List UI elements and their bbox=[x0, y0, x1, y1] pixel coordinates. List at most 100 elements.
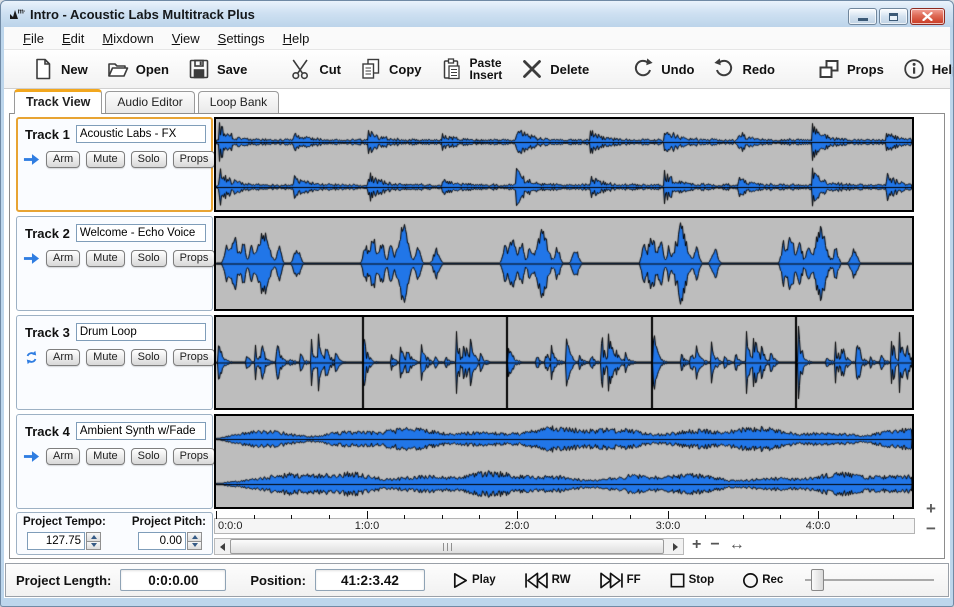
app-icon: m+ bbox=[9, 6, 25, 22]
props-button[interactable]: Props bbox=[173, 250, 216, 267]
props-button[interactable]: Props bbox=[173, 151, 216, 168]
scrollbar-thumb[interactable] bbox=[230, 539, 664, 554]
vertical-zoom-in-button[interactable]: + bbox=[926, 500, 936, 517]
solo-button[interactable]: Solo bbox=[131, 151, 167, 168]
mute-button[interactable]: Mute bbox=[86, 250, 124, 267]
menu-mixdown[interactable]: Mixdown bbox=[93, 28, 162, 49]
cut-button[interactable]: Cut bbox=[280, 54, 350, 84]
ruler-tick bbox=[630, 515, 631, 519]
ruler-tick bbox=[291, 515, 292, 519]
waveform-display[interactable] bbox=[214, 216, 914, 311]
timeline-ruler[interactable]: 0:0:01:0:02:0:03:0:04:0:0 bbox=[214, 510, 915, 534]
toolbar-button-label: Redo bbox=[742, 62, 775, 77]
new-button[interactable]: New bbox=[22, 54, 97, 84]
props-button[interactable]: Props bbox=[173, 349, 216, 366]
waveform-display[interactable] bbox=[214, 315, 914, 410]
left-arrow-icon bbox=[220, 543, 225, 551]
zoom-fit-button[interactable]: ↔ bbox=[729, 536, 745, 554]
toolbar-button-label: Cut bbox=[319, 62, 341, 77]
menu-settings[interactable]: Settings bbox=[209, 28, 274, 49]
track-header: Track 3 bbox=[23, 323, 206, 341]
project-tempo-spinner[interactable] bbox=[86, 532, 101, 550]
ruler-tick bbox=[216, 511, 217, 519]
menu-help[interactable]: Help bbox=[274, 28, 319, 49]
scroll-right-button[interactable] bbox=[668, 539, 683, 554]
undo-button[interactable]: Undo bbox=[622, 54, 703, 84]
cut-scissors-icon bbox=[289, 57, 313, 81]
scroll-left-button[interactable] bbox=[215, 539, 230, 554]
ruler-tick bbox=[705, 515, 706, 519]
scrollbar-grip-icon bbox=[443, 543, 452, 551]
project-length-field[interactable]: 0:0:0.00 bbox=[120, 569, 226, 591]
project-pitch-input[interactable] bbox=[138, 532, 186, 550]
track-name-input[interactable] bbox=[76, 224, 206, 242]
mute-button[interactable]: Mute bbox=[86, 349, 124, 366]
slider-thumb[interactable] bbox=[811, 569, 824, 591]
vertical-zoom-out-button[interactable]: − bbox=[926, 520, 936, 537]
stop-button[interactable]: Stop bbox=[668, 571, 715, 590]
arm-button[interactable]: Arm bbox=[46, 151, 80, 168]
menu-file[interactable]: File bbox=[14, 28, 53, 49]
tab-loop-bank[interactable]: Loop Bank bbox=[198, 91, 279, 113]
project-tempo-pitch-panel: Project Tempo: Project Pitch: bbox=[16, 512, 213, 555]
rec-button[interactable]: Rec bbox=[741, 571, 783, 590]
play-button[interactable]: Play bbox=[451, 571, 496, 590]
redo-button[interactable]: Redo bbox=[703, 54, 784, 84]
ruler-tick bbox=[555, 515, 556, 519]
track-label: Track 1 bbox=[25, 127, 70, 142]
delete-x-icon bbox=[520, 57, 544, 81]
maximize-button[interactable] bbox=[879, 8, 908, 25]
tab-audio-editor[interactable]: Audio Editor bbox=[105, 91, 194, 113]
project-pitch-spinner[interactable] bbox=[187, 532, 202, 550]
track-name-input[interactable] bbox=[76, 422, 206, 440]
ruler-tick bbox=[856, 515, 857, 519]
waveform-display[interactable] bbox=[214, 414, 914, 509]
save-button[interactable]: Save bbox=[178, 54, 256, 84]
arm-button[interactable]: Arm bbox=[46, 250, 80, 267]
props-button[interactable]: Props bbox=[808, 54, 893, 84]
props-button[interactable]: Props bbox=[173, 448, 216, 465]
rw-button[interactable]: RW bbox=[523, 571, 571, 590]
track-name-input[interactable] bbox=[76, 125, 206, 143]
volume-slider[interactable] bbox=[805, 568, 934, 592]
timeline-scrollbar[interactable] bbox=[214, 538, 684, 555]
horizontal-zoom-out-button[interactable]: − bbox=[710, 536, 719, 554]
ruler-tick bbox=[743, 515, 744, 519]
horizontal-zoom-in-button[interactable]: + bbox=[692, 536, 701, 554]
menu-bar: FileEditMixdownViewSettingsHelp bbox=[4, 27, 950, 50]
arm-button[interactable]: Arm bbox=[46, 448, 80, 465]
minimize-button[interactable] bbox=[848, 8, 877, 25]
delete-button[interactable]: Delete bbox=[511, 54, 598, 84]
paste-insert-button[interactable]: PasteInsert bbox=[431, 54, 512, 84]
copy-button[interactable]: Copy bbox=[350, 54, 431, 84]
solo-button[interactable]: Solo bbox=[131, 448, 167, 465]
help-button[interactable]: Help bbox=[893, 54, 954, 84]
toolbar-button-label: Undo bbox=[661, 62, 694, 77]
toolbar-group: NewOpenSave bbox=[22, 54, 256, 84]
arm-button[interactable]: Arm bbox=[46, 349, 80, 366]
props-icon bbox=[817, 57, 841, 81]
waveform-display[interactable] bbox=[214, 117, 914, 212]
position-field[interactable]: 41:2:3.42 bbox=[315, 569, 425, 591]
project-tempo-input[interactable] bbox=[27, 532, 85, 550]
menu-edit[interactable]: Edit bbox=[53, 28, 93, 49]
transport-button-label: RW bbox=[552, 574, 571, 586]
solo-button[interactable]: Solo bbox=[131, 250, 167, 267]
ruler-tick bbox=[404, 515, 405, 519]
arrow-right-icon bbox=[23, 152, 40, 168]
titlebar: m+ Intro - Acoustic Labs Multitrack Plus bbox=[1, 1, 953, 27]
ff-button[interactable]: FF bbox=[598, 571, 641, 590]
tab-strip: Track ViewAudio EditorLoop Bank bbox=[4, 89, 950, 113]
menu-view[interactable]: View bbox=[163, 28, 209, 49]
tab-track-view[interactable]: Track View bbox=[14, 89, 102, 114]
slider-track[interactable] bbox=[805, 579, 934, 581]
toolbar-button-label: Props bbox=[847, 62, 884, 77]
track-name-input[interactable] bbox=[76, 323, 206, 341]
mute-button[interactable]: Mute bbox=[86, 448, 124, 465]
ruler-tick bbox=[367, 511, 368, 519]
close-button[interactable] bbox=[910, 8, 945, 25]
mute-button[interactable]: Mute bbox=[86, 151, 124, 168]
open-button[interactable]: Open bbox=[97, 54, 178, 84]
solo-button[interactable]: Solo bbox=[131, 349, 167, 366]
ruler-tick bbox=[592, 515, 593, 519]
